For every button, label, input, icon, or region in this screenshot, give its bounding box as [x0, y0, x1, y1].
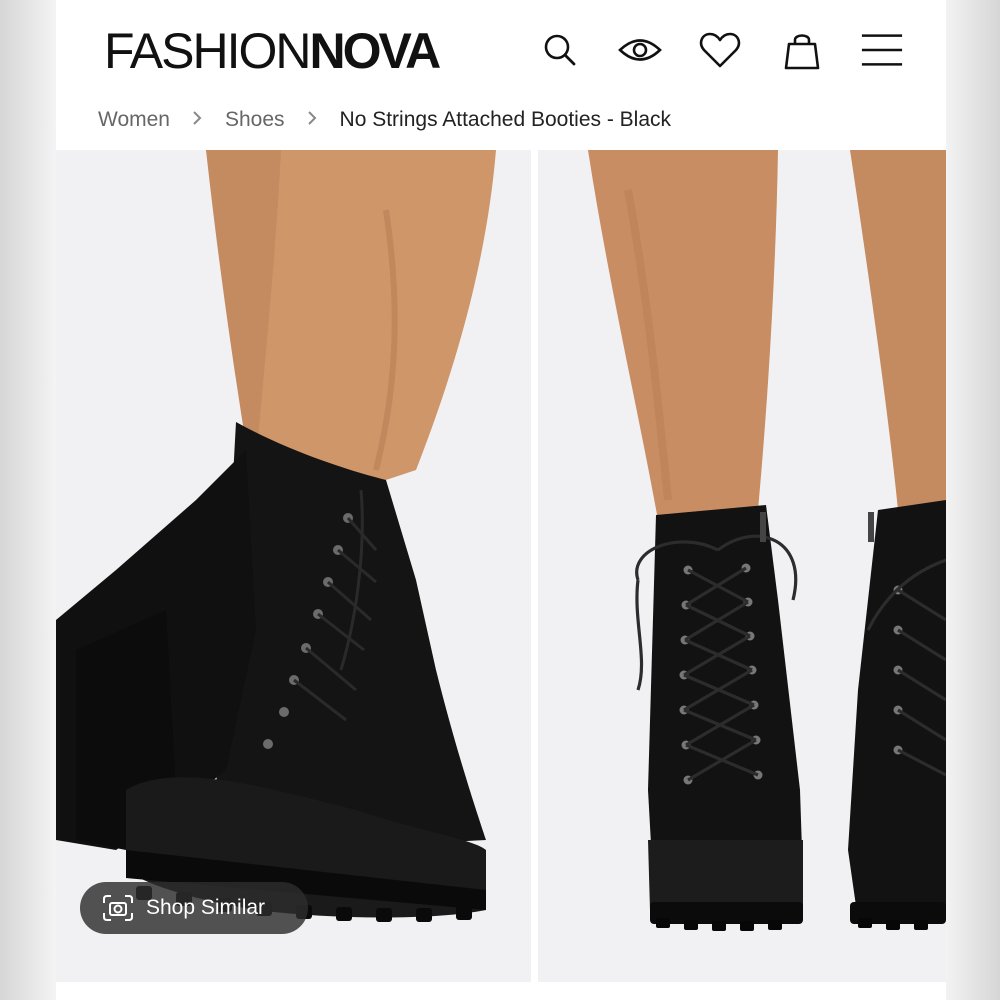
heart-icon [699, 32, 741, 68]
product-photo-front-view[interactable] [538, 150, 946, 982]
brand-logo[interactable]: FASHIONNOVA [104, 23, 441, 79]
chevron-right-icon [308, 111, 317, 125]
breadcrumb-current-product: No Strings Attached Booties - Black [339, 108, 672, 131]
chevron-right-icon [193, 111, 202, 125]
shop-similar-label: Shop Similar [146, 896, 266, 919]
shop-similar-button[interactable]: Shop Similar [80, 882, 308, 934]
site-header: FASHIONNOVA [56, 0, 946, 100]
logo-text-nova: NOVA [309, 23, 441, 79]
menu-button[interactable] [860, 28, 904, 72]
shopping-bag-icon [784, 34, 820, 70]
breadcrumb-separator [170, 108, 225, 132]
breadcrumb-women[interactable]: Women [98, 108, 170, 132]
product-photo-side-view[interactable]: Shop Similar [56, 150, 531, 982]
breadcrumb-shoes[interactable]: Shoes [225, 108, 285, 132]
breadcrumb-separator [285, 108, 340, 132]
breadcrumb: Women Shoes No Strings Attached Booties … [98, 104, 671, 136]
logo-text-fashion: FASHION [104, 23, 311, 79]
search-button[interactable] [538, 28, 582, 72]
cart-button[interactable] [780, 28, 824, 72]
wishlist-button[interactable] [698, 28, 742, 72]
product-image-gallery[interactable]: Shop Similar [56, 150, 946, 982]
recently-viewed-button[interactable] [618, 28, 662, 72]
product-page: FASHIONNOVA Women Shoes No Strings Attac… [56, 0, 946, 1000]
menu-icon [861, 34, 903, 66]
search-icon [544, 34, 576, 66]
eye-icon [618, 39, 662, 61]
camera-icon [102, 894, 134, 922]
page-bottom-strip [56, 982, 946, 1000]
